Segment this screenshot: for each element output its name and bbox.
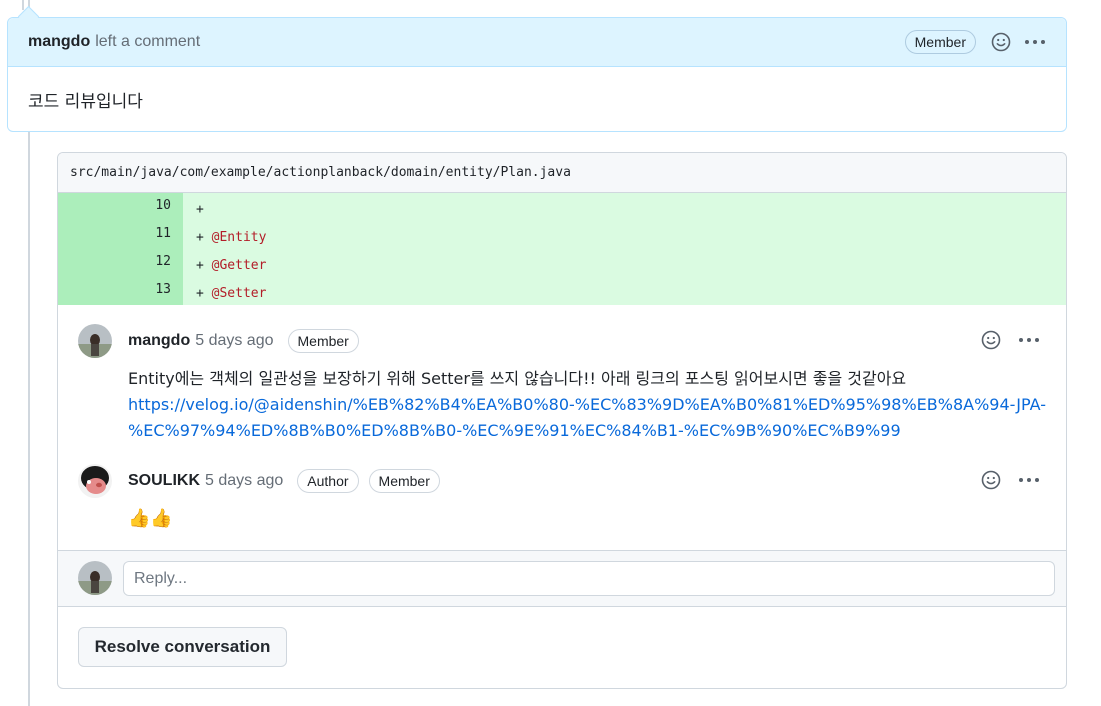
member-badge: Member <box>368 469 440 493</box>
diff-prefix: + <box>196 286 204 301</box>
reply-bar: Reply... <box>58 550 1066 607</box>
comment-text: 👍👍 <box>128 508 173 529</box>
code-line: + @Setter <box>183 277 1066 305</box>
diff-line: 13 + @Setter <box>58 277 1066 305</box>
reply-input[interactable]: Reply... <box>123 561 1055 596</box>
file-path[interactable]: src/main/java/com/example/actionplanback… <box>58 153 1066 193</box>
code-text: @Setter <box>211 286 267 301</box>
diff-prefix: + <box>196 258 204 273</box>
comment-content: Entity에는 객체의 일관성을 보장하기 위해 Setter를 쓰지 않습니… <box>128 366 1058 444</box>
code-text: @Getter <box>211 258 267 273</box>
line-number[interactable]: 10 <box>58 193 183 221</box>
code-line: + @Getter <box>183 249 1066 277</box>
line-number[interactable]: 11 <box>58 221 183 249</box>
timeline-connector <box>22 0 24 10</box>
diff-line: 11 + @Entity <box>58 221 1066 249</box>
review-thread: src/main/java/com/example/actionplanback… <box>57 152 1067 689</box>
comment-body: 코드 리뷰입니다 <box>28 92 143 112</box>
member-badge: Member <box>287 329 359 353</box>
diff-hunk: 10 + 11 + @Entity 12 + @Getter 13 + @Set… <box>58 193 1066 305</box>
member-badge: Member <box>904 30 976 54</box>
diff-prefix: + <box>196 202 204 217</box>
code-line: + @Entity <box>183 221 1066 249</box>
comment-action-text: left a comment <box>95 33 201 50</box>
avatar[interactable] <box>78 324 112 358</box>
smiley-icon[interactable] <box>990 31 1012 53</box>
code-text: @Entity <box>211 230 267 245</box>
resolve-conversation-button[interactable]: Resolve conversation <box>78 627 287 667</box>
kebab-menu-icon[interactable] <box>1024 31 1046 53</box>
comment-meta: SOULIKK 5 days ago Author Member <box>128 466 440 496</box>
line-number[interactable]: 12 <box>58 249 183 277</box>
top-comment: mangdo left a comment Member 코드 리뷰입니다 <box>7 17 1067 132</box>
comment-time[interactable]: 5 days ago <box>195 332 273 350</box>
author-badge: Author <box>297 469 359 493</box>
review-comment: mangdo 5 days ago Member Entity에는 객체의 일관… <box>58 306 1066 446</box>
velog-link-continued[interactable]: %EC%97%94%ED%8B%B0%ED%8B%B0-%EC%9E%91%EC… <box>128 421 901 440</box>
comment-author[interactable]: SOULIKK <box>128 472 200 490</box>
code-line: + <box>183 193 1066 221</box>
avatar[interactable] <box>78 464 112 498</box>
velog-link[interactable]: https://velog.io/@aidenshin/%EB%82%B4%EA… <box>128 395 1046 414</box>
diff-line: 12 + @Getter <box>58 249 1066 277</box>
smiley-icon[interactable] <box>980 469 1002 491</box>
avatar <box>78 561 112 595</box>
diff-prefix: + <box>196 230 204 245</box>
comment-author[interactable]: mangdo <box>28 33 90 51</box>
line-number[interactable]: 13 <box>58 277 183 305</box>
kebab-menu-icon[interactable] <box>1018 329 1040 351</box>
comment-time[interactable]: 5 days ago <box>205 472 283 490</box>
diff-line: 10 + <box>58 193 1066 221</box>
comment-author[interactable]: mangdo <box>128 332 190 350</box>
smiley-icon[interactable] <box>980 329 1002 351</box>
comment-meta: mangdo 5 days ago Member <box>128 326 359 356</box>
kebab-menu-icon[interactable] <box>1018 469 1040 491</box>
comment-text: Entity에는 객체의 일관성을 보장하기 위해 Setter를 쓰지 않습니… <box>128 369 907 388</box>
review-comment: SOULIKK 5 days ago Author Member 👍👍 <box>58 446 1066 546</box>
comment-header: mangdo left a comment Member <box>8 18 1066 67</box>
